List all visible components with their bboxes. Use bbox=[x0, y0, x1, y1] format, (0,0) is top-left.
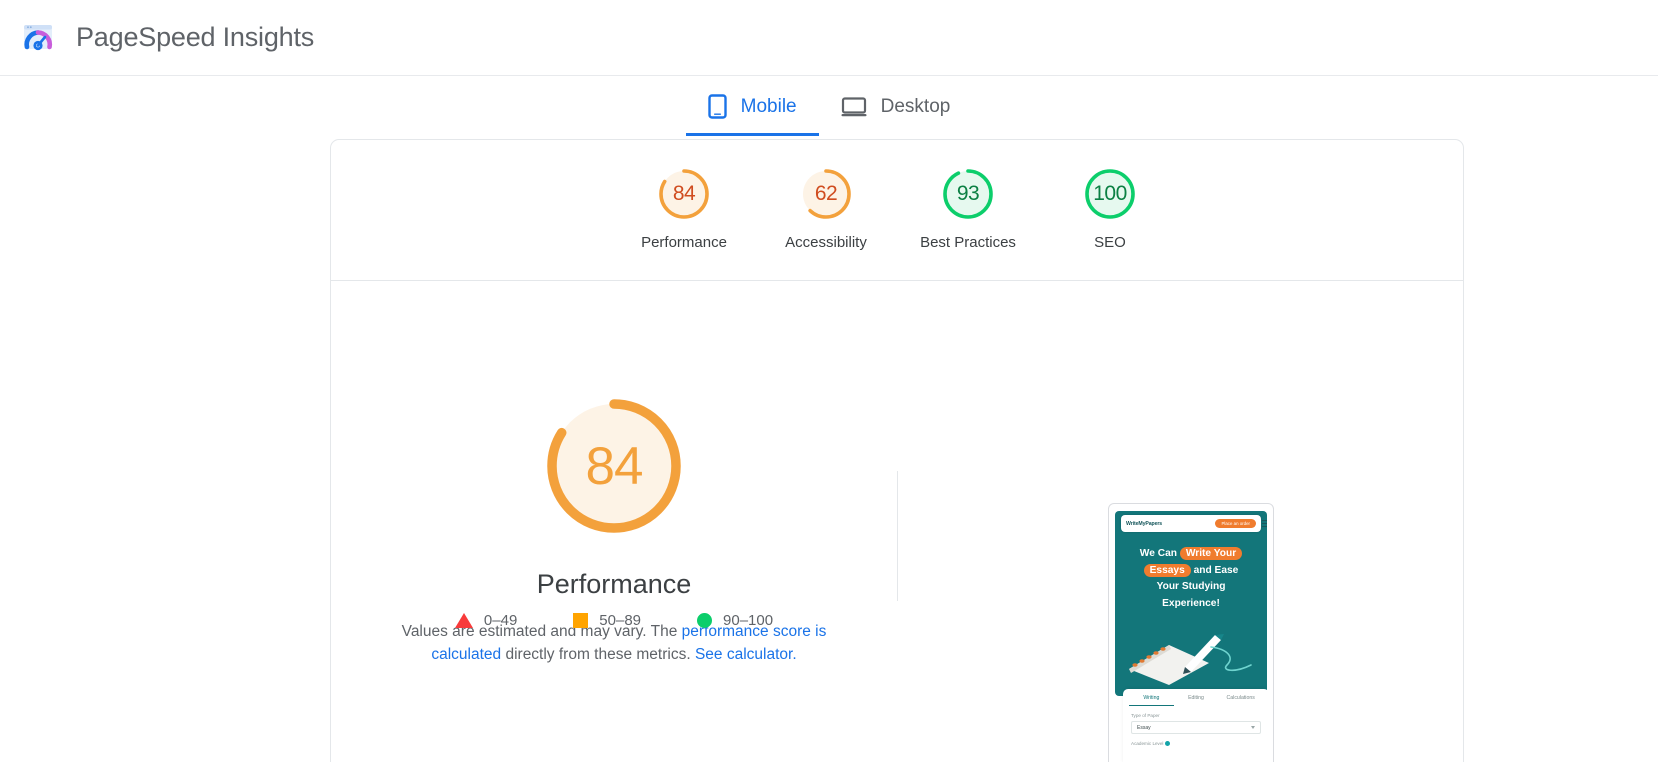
legend-item-average: 50–89 bbox=[573, 612, 641, 629]
headline-line3: Your Studying bbox=[1156, 581, 1226, 592]
tab-desktop-label: Desktop bbox=[880, 95, 951, 117]
see-calculator-link[interactable]: See calculator. bbox=[695, 646, 797, 663]
gauge-score-performance: 84 bbox=[672, 182, 696, 205]
phone-tab-editing[interactable]: Editing bbox=[1174, 695, 1219, 706]
headline-line1: We Can bbox=[1139, 548, 1177, 559]
performance-score-large: 84 bbox=[585, 436, 644, 496]
performance-gauge-large: 84 bbox=[536, 388, 692, 544]
performance-heading: Performance bbox=[536, 569, 692, 599]
tab-mobile-label: Mobile bbox=[740, 95, 797, 117]
notebook-and-pen-illustration bbox=[1123, 631, 1263, 687]
performance-section: 84 Performance Values are estimated and … bbox=[331, 281, 1463, 762]
legend-range-fail: 0–49 bbox=[483, 612, 518, 629]
page-screenshot-thumbnail[interactable]: WriteMyPapers Place an order We Can Writ… bbox=[1108, 503, 1274, 762]
headline-highlight-2: Essays bbox=[1143, 563, 1191, 577]
phone-tab-calculations[interactable]: Calculations bbox=[1218, 695, 1263, 706]
gauge-score-best-practices: 93 bbox=[956, 182, 980, 205]
gauge-ring-seo: 100 bbox=[1082, 166, 1138, 222]
gauge-ring-performance: 84 bbox=[656, 166, 712, 222]
mobile-phone-icon bbox=[707, 94, 727, 119]
gauge-score-accessibility: 62 bbox=[814, 182, 838, 205]
circle-green-icon bbox=[697, 613, 713, 628]
performance-gauge-block: 84 Performance Values are estimated and … bbox=[331, 281, 897, 762]
tab-desktop[interactable]: Desktop bbox=[819, 77, 973, 136]
legend-item-fail: 0–49 bbox=[454, 612, 518, 629]
device-tabs: Mobile Desktop bbox=[0, 77, 1658, 136]
report-card: 84 Performance 62 Accessibility 93 Best … bbox=[330, 139, 1464, 762]
page-title: PageSpeed Insights bbox=[76, 22, 315, 52]
summary-gauge-accessibility[interactable]: 62 Accessibility bbox=[755, 140, 897, 251]
brand[interactable]: PageSpeed Insights bbox=[0, 20, 314, 56]
phone-screenshot-content: WriteMyPapers Place an order We Can Writ… bbox=[1115, 511, 1267, 762]
desktop-monitor-icon bbox=[841, 96, 867, 118]
phone-topbar: WriteMyPapers Place an order bbox=[1121, 515, 1267, 532]
score-legend: 0–49 50–89 90–100 bbox=[331, 612, 897, 629]
place-an-order-button[interactable]: Place an order bbox=[1215, 519, 1256, 528]
gauge-ring-best-practices: 93 bbox=[940, 166, 996, 222]
summary-gauge-performance[interactable]: 84 Performance bbox=[613, 140, 755, 251]
pagespeed-insights-logo-icon bbox=[20, 20, 56, 56]
tab-mobile[interactable]: Mobile bbox=[685, 77, 819, 136]
site-logo: WriteMyPapers bbox=[1126, 520, 1163, 527]
legend-range-average: 50–89 bbox=[599, 612, 642, 629]
phone-order-form-panel: Writing Editing Calculations Type of Pap… bbox=[1123, 689, 1267, 762]
legend-range-pass: 90–100 bbox=[723, 612, 774, 629]
headline-line2: and Ease bbox=[1193, 564, 1239, 576]
hamburger-menu-icon[interactable] bbox=[1262, 520, 1267, 529]
square-orange-icon bbox=[573, 613, 589, 628]
headline-highlight-1: Write Your bbox=[1179, 547, 1243, 560]
phone-academic-level-text: Academic Level bbox=[1131, 741, 1164, 746]
phone-select-type-of-paper[interactable]: Essay bbox=[1131, 721, 1261, 734]
phone-label-type-of-paper: Type of Paper bbox=[1131, 713, 1160, 718]
legend-item-pass: 90–100 bbox=[697, 612, 773, 629]
gauge-label-best-practices: Best Practices bbox=[920, 234, 1016, 251]
phone-headline: We Can Write Your Essays and Ease Your S… bbox=[1115, 546, 1267, 612]
headline-line4: Experience! bbox=[1162, 597, 1220, 609]
info-icon[interactable] bbox=[1165, 741, 1171, 746]
summary-gauge-seo[interactable]: 100 SEO bbox=[1039, 140, 1181, 251]
section-vertical-divider bbox=[897, 471, 898, 601]
gauge-label-performance: Performance bbox=[641, 234, 727, 251]
phone-tab-writing[interactable]: Writing bbox=[1129, 695, 1174, 706]
phone-label-academic-level: Academic Level bbox=[1131, 741, 1267, 746]
tab-active-underline bbox=[685, 133, 819, 136]
gauge-ring-accessibility: 62 bbox=[798, 166, 854, 222]
gauge-score-seo: 100 bbox=[1093, 182, 1127, 205]
category-score-summary: 84 Performance 62 Accessibility 93 Best … bbox=[331, 140, 1463, 281]
app-header: PageSpeed Insights bbox=[0, 0, 1658, 76]
triangle-red-icon bbox=[454, 613, 473, 628]
pagespeed-insights-page: PageSpeed Insights Mobile Desktop 84 Per… bbox=[0, 0, 1658, 762]
phone-select-value: Essay bbox=[1137, 724, 1151, 731]
gauge-label-seo: SEO bbox=[1094, 234, 1126, 251]
chevron-down-icon bbox=[1251, 726, 1255, 729]
phone-form-tabs: Writing Editing Calculations bbox=[1123, 695, 1267, 706]
summary-gauge-best-practices[interactable]: 93 Best Practices bbox=[897, 140, 1039, 251]
perf-desc-text-2: directly from these metrics. bbox=[501, 646, 695, 663]
gauge-label-accessibility: Accessibility bbox=[785, 234, 867, 251]
